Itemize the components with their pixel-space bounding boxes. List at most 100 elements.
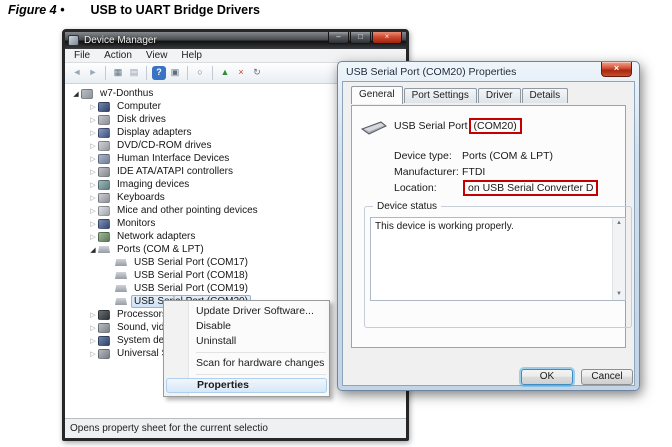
collapsed-arrow-icon[interactable]: ▷: [88, 350, 98, 358]
scan-hardware-icon[interactable]: ↻: [250, 66, 264, 80]
collapsed-arrow-icon[interactable]: ▷: [88, 155, 98, 163]
tree-item-label: Disk drives: [117, 114, 166, 125]
menu-view[interactable]: View: [141, 50, 177, 61]
collapsed-arrow-icon[interactable]: ▷: [88, 311, 98, 319]
tree-item-label: Keyboards: [117, 192, 165, 203]
computer-icon: [98, 101, 110, 112]
status-bar: Opens property sheet for the current sel…: [65, 418, 406, 438]
figure-caption: Figure 4 • USB to UART Bridge Drivers: [8, 3, 260, 17]
context-menu-item-scan-for-hardware-changes[interactable]: Scan for hardware changes: [164, 356, 329, 371]
scroll-down-icon[interactable]: ▼: [613, 289, 625, 300]
ports-icon: [98, 246, 110, 253]
tree-item-label: Ports (COM & LPT): [117, 244, 204, 255]
field-value: Ports (COM & LPT): [462, 150, 554, 162]
mouse-icon: [98, 205, 110, 216]
device-status-groupbox: Device status This device is working pro…: [364, 201, 632, 328]
tree-item-label: Network adapters: [117, 231, 196, 242]
toolbar-separator: [105, 66, 106, 80]
collapsed-arrow-icon[interactable]: ▷: [88, 324, 98, 332]
menu-action[interactable]: Action: [99, 50, 141, 61]
field-location: Location: on USB Serial Converter D: [394, 180, 599, 196]
collapsed-arrow-icon[interactable]: ▷: [88, 129, 98, 137]
dvd-drive-icon: [98, 140, 110, 151]
toolbar-separator: [212, 66, 213, 80]
usb-controller-icon: [98, 348, 110, 359]
show-console-tree-icon[interactable]: ▦: [111, 66, 125, 80]
collapsed-arrow-icon[interactable]: ▷: [88, 168, 98, 176]
tree-item-label: USB Serial Port (COM19): [134, 283, 248, 294]
show-hidden-devices-icon[interactable]: ▣: [168, 66, 182, 80]
forward-icon[interactable]: ►: [86, 66, 100, 80]
tab-port-settings[interactable]: Port Settings: [403, 88, 477, 103]
disable-device-icon[interactable]: ○: [193, 66, 207, 80]
sound-icon: [98, 322, 110, 333]
properties-icon[interactable]: ▤: [127, 66, 141, 80]
collapsed-arrow-icon[interactable]: ▷: [88, 181, 98, 189]
ok-button[interactable]: OK: [521, 369, 573, 385]
collapsed-arrow-icon[interactable]: ▷: [88, 207, 98, 215]
cancel-button[interactable]: Cancel: [581, 369, 633, 385]
tab-driver[interactable]: Driver: [477, 88, 521, 103]
minimize-icon[interactable]: –: [328, 32, 349, 44]
menu-separator: [196, 374, 326, 375]
device-status-text: This device is working properly.: [375, 221, 514, 232]
collapsed-arrow-icon[interactable]: ▷: [88, 194, 98, 202]
collapsed-arrow-icon[interactable]: ▷: [88, 103, 98, 111]
menu-separator: [196, 352, 326, 353]
tree-item-label: DVD/CD-ROM drives: [117, 140, 212, 151]
monitor-icon: [98, 218, 110, 229]
properties-dialog-body: General Port Settings Driver Details USB Se…: [342, 81, 635, 386]
properties-dialog-titlebar[interactable]: USB Serial Port (COM20) Properties ×: [338, 62, 639, 81]
device-manager-title: Device Manager: [84, 35, 157, 46]
context-menu: Update Driver Software... Disable Uninstal…: [163, 300, 330, 397]
device-status-textbox: This device is working properly. ▲ ▼: [370, 217, 626, 301]
context-menu-item-properties[interactable]: Properties: [166, 378, 327, 393]
device-manager-titlebar[interactable]: Device Manager – □ ×: [65, 32, 406, 49]
figure-caption-number: Figure 4 •: [8, 3, 65, 17]
properties-dialog-title: USB Serial Port (COM20) Properties: [346, 66, 517, 78]
tree-item-label: Processors: [117, 309, 168, 320]
menu-help[interactable]: Help: [176, 50, 211, 61]
serial-port-icon: [115, 285, 127, 292]
update-driver-icon[interactable]: ▲: [218, 66, 232, 80]
uninstall-device-icon[interactable]: ×: [234, 66, 248, 80]
field-device-type: Device type: Ports (COM & LPT): [394, 148, 598, 164]
window-controls: – □ ×: [327, 32, 402, 44]
display-adapter-icon: [98, 127, 110, 138]
context-menu-item-update-driver-software[interactable]: Update Driver Software...: [164, 304, 329, 319]
tab-general[interactable]: General: [351, 86, 403, 104]
close-icon[interactable]: ×: [601, 62, 632, 77]
menu-file[interactable]: File: [69, 50, 99, 61]
serial-connector-icon: [360, 121, 387, 135]
toolbar-separator: [146, 66, 147, 80]
tab-details[interactable]: Details: [521, 88, 569, 103]
device-name: USB Serial Port (COM20): [394, 118, 522, 134]
disk-drive-icon: [98, 114, 110, 125]
toolbar-separator: [187, 66, 188, 80]
expanded-arrow-icon[interactable]: ◢: [71, 90, 81, 98]
help-icon[interactable]: ?: [152, 66, 166, 80]
collapsed-arrow-icon[interactable]: ▷: [88, 233, 98, 241]
serial-port-icon: [115, 272, 127, 279]
device-name-text: USB Serial Port: [394, 120, 468, 132]
scroll-up-icon[interactable]: ▲: [613, 218, 625, 229]
context-menu-item-disable[interactable]: Disable: [164, 319, 329, 334]
field-manufacturer: Manufacturer: FTDI: [394, 164, 598, 180]
expanded-arrow-icon[interactable]: ◢: [88, 246, 98, 254]
collapsed-arrow-icon[interactable]: ▷: [88, 220, 98, 228]
collapsed-arrow-icon[interactable]: ▷: [88, 116, 98, 124]
computer-root-icon: [81, 88, 93, 99]
scrollbar[interactable]: ▲ ▼: [612, 218, 625, 300]
collapsed-arrow-icon[interactable]: ▷: [88, 142, 98, 150]
general-tab-page: USB Serial Port (COM20) Device type: Ports…: [351, 105, 632, 348]
imaging-device-icon: [98, 179, 110, 190]
context-menu-item-uninstall[interactable]: Uninstall: [164, 334, 329, 349]
close-icon[interactable]: ×: [372, 32, 402, 44]
collapsed-arrow-icon[interactable]: ▷: [88, 337, 98, 345]
tree-item-label: USB Serial Port (COM18): [134, 270, 248, 281]
field-label: Device type:: [394, 150, 452, 162]
tree-item-label: Display adapters: [117, 127, 192, 138]
maximize-icon[interactable]: □: [350, 32, 371, 44]
back-icon[interactable]: ◄: [70, 66, 84, 80]
processor-icon: [98, 309, 110, 320]
